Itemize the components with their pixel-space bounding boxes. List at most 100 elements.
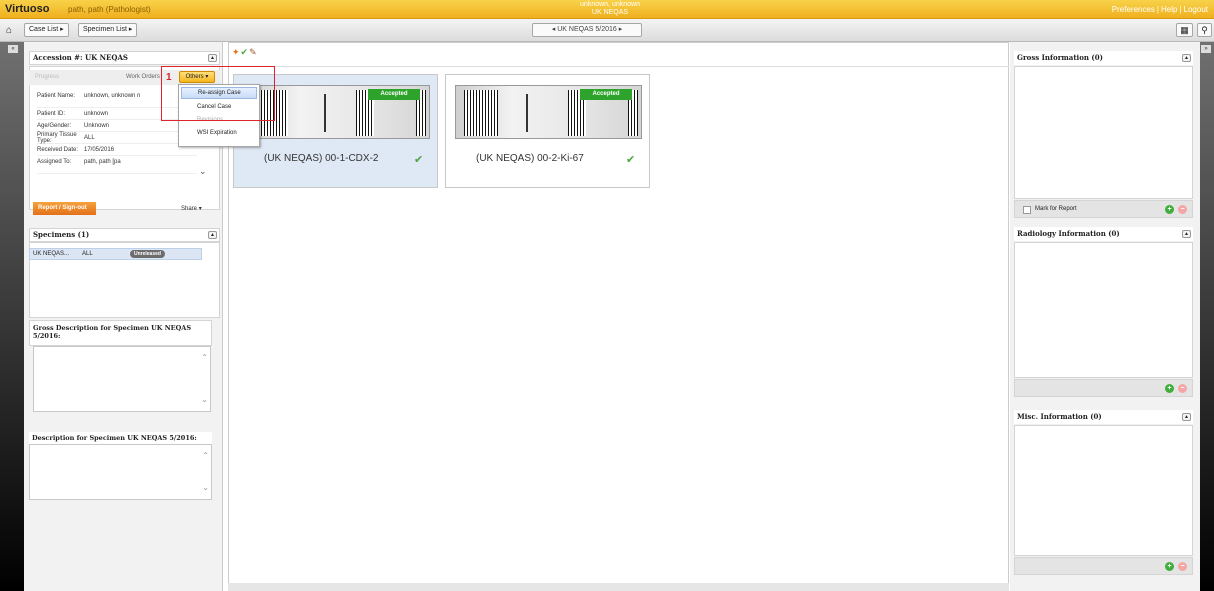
info-row: Age/Gender: Unknown bbox=[37, 120, 197, 132]
preferences-link[interactable]: Preferences bbox=[1112, 5, 1155, 14]
current-user: path, path (Pathologist) bbox=[68, 5, 151, 14]
patient-name: unknown, unknown bbox=[580, 1, 640, 8]
info-value: path, path [pa bbox=[84, 159, 121, 165]
specimen-list-label: Specimen List bbox=[83, 26, 127, 33]
navigation-bar: ⌂ Case List ▸ Specimen List ▸ ◂ UK NEQAS… bbox=[0, 19, 1214, 42]
remove-icon[interactable]: − bbox=[1178, 562, 1187, 571]
search-icon[interactable]: ⚲ bbox=[1197, 23, 1212, 37]
patient-case: UK NEQAS bbox=[591, 9, 629, 16]
slide-toolbar: ✦✔✎ bbox=[232, 47, 258, 58]
info-row: Assigned To: path, path [pa bbox=[37, 156, 197, 174]
collapse-up-icon[interactable]: ▲ bbox=[1182, 54, 1191, 62]
toolbar-divider bbox=[228, 66, 1009, 67]
annotation-number: 1 bbox=[166, 72, 172, 83]
info-label: Patient ID: bbox=[37, 110, 66, 117]
collapse-up-icon[interactable]: ▲ bbox=[1182, 413, 1191, 421]
radiology-info-body bbox=[1014, 242, 1193, 378]
specimens-panel-header: Specimens (1) ▲ bbox=[29, 228, 220, 242]
logout-link[interactable]: Logout bbox=[1184, 5, 1208, 14]
add-icon[interactable]: + bbox=[1165, 205, 1174, 214]
check-icon: ✔ bbox=[414, 154, 424, 166]
chevron-down-icon: ▾ bbox=[198, 206, 202, 212]
info-label: Assigned To: bbox=[37, 159, 72, 165]
app-logo: Virtuoso bbox=[5, 3, 50, 15]
gross-info-title: Gross Information (0) bbox=[1017, 53, 1103, 62]
pin-icon[interactable]: ✦ bbox=[232, 47, 241, 57]
scroll-down-icon[interactable]: ⌄ bbox=[202, 483, 209, 492]
misc-info-footer: + − bbox=[1014, 557, 1193, 575]
case-list-button[interactable]: Case List ▸ bbox=[24, 23, 69, 37]
status-badge: Unreleased bbox=[130, 250, 165, 258]
remove-icon[interactable]: − bbox=[1178, 384, 1187, 393]
scroll-up-icon[interactable]: ⌃ bbox=[202, 451, 209, 460]
specimen-row[interactable]: UK NEQAS... ALL Unreleased bbox=[29, 248, 202, 260]
help-link[interactable]: Help bbox=[1161, 5, 1177, 14]
chevron-right-icon: ▸ bbox=[60, 26, 64, 33]
share-button[interactable]: Share ▾ bbox=[181, 205, 202, 212]
case-selector-label: UK NEQAS 5/2016 bbox=[557, 26, 617, 33]
slide-divider bbox=[324, 94, 326, 132]
misc-info-header: Misc. Information (0) ▲ bbox=[1014, 410, 1193, 424]
collapse-left-icon[interactable]: « bbox=[8, 45, 18, 53]
gross-description-title: Gross Description for Specimen UK NEQAS … bbox=[29, 320, 212, 346]
menu-item-wsi-expiration[interactable]: WSI Expiration bbox=[179, 127, 259, 140]
top-header: Virtuoso path, path (Pathologist) unknow… bbox=[0, 0, 1214, 19]
collapse-up-icon[interactable]: ▲ bbox=[208, 231, 217, 239]
patient-banner: unknown, unknown UK NEQAS bbox=[540, 1, 680, 17]
remove-icon[interactable]: − bbox=[1178, 205, 1187, 214]
work-orders-tab[interactable]: Work Orders bbox=[126, 74, 160, 80]
left-edge-bar bbox=[0, 42, 24, 591]
check-icon: ✔ bbox=[626, 154, 636, 166]
specimen-name: UK NEQAS... bbox=[33, 251, 70, 257]
slide-label: (UK NEQAS) 00-2-Ki-67 bbox=[476, 153, 584, 164]
description-title: Description for Specimen UK NEQAS 5/2016… bbox=[29, 432, 212, 444]
collapse-up-icon[interactable]: ▲ bbox=[1182, 230, 1191, 238]
home-icon[interactable]: ⌂ bbox=[6, 25, 18, 36]
info-label: Received Date: bbox=[37, 146, 79, 153]
annotation-highlight bbox=[161, 66, 275, 121]
chevron-right-icon[interactable]: ▸ bbox=[619, 26, 623, 33]
gross-info-header: Gross Information (0) ▲ bbox=[1014, 51, 1193, 65]
accepted-badge: Accepted bbox=[580, 89, 632, 100]
scroll-up-icon[interactable]: ⌃ bbox=[201, 353, 208, 362]
accession-panel-header: Accession #: UK NEQAS ▲ bbox=[29, 51, 220, 65]
barcode-icon bbox=[464, 90, 498, 136]
info-label: Primary Tissue Type: bbox=[37, 131, 77, 144]
case-selector[interactable]: ◂ UK NEQAS 5/2016 ▸ bbox=[532, 23, 642, 37]
gross-info-footer: Mark for Report + − bbox=[1014, 200, 1193, 218]
gross-description-textarea[interactable]: ⌃ ⌄ bbox=[33, 346, 211, 412]
slide-label: (UK NEQAS) 00-1-CDX-2 bbox=[264, 153, 379, 164]
info-label: Patient Name: bbox=[37, 93, 76, 99]
progress-tab[interactable]: Progress bbox=[35, 74, 59, 80]
accession-title: Accession #: UK NEQAS bbox=[33, 53, 128, 62]
mark-for-report-checkbox[interactable] bbox=[1023, 206, 1031, 214]
info-value: ALL bbox=[84, 134, 95, 141]
misc-info-body bbox=[1014, 425, 1193, 556]
horizontal-scrollbar[interactable] bbox=[228, 583, 1009, 591]
slide-thumbnail[interactable]: Accepted (UK NEQAS) 00-2-Ki-67 ✔ bbox=[445, 74, 650, 188]
tools-icon[interactable]: ✎ bbox=[249, 47, 258, 57]
info-label: Age/Gender: bbox=[37, 122, 72, 129]
add-icon[interactable]: + bbox=[1165, 562, 1174, 571]
report-signout-button[interactable]: Report / Sign-out bbox=[33, 202, 96, 215]
specimens-title: Specimens (1) bbox=[33, 230, 90, 239]
info-value: Unknown bbox=[84, 122, 110, 129]
collapse-up-icon[interactable]: ▲ bbox=[208, 54, 217, 62]
specimen-list-button[interactable]: Specimen List ▸ bbox=[78, 23, 138, 37]
radiology-info-title: Radiology Information (0) bbox=[1017, 229, 1120, 238]
info-value: 17/05/2016 bbox=[84, 146, 115, 153]
grid-view-icon[interactable]: ▦ bbox=[1176, 23, 1193, 37]
header-links: Preferences | Help | Logout bbox=[1112, 5, 1208, 14]
scroll-down-icon[interactable]: ⌄ bbox=[201, 395, 208, 404]
scroll-down-icon[interactable]: ⌄ bbox=[199, 166, 207, 177]
mark-for-report-label: Mark for Report bbox=[1035, 206, 1077, 212]
specimen-tissue: ALL bbox=[82, 251, 93, 257]
info-row: Primary Tissue Type: ALL bbox=[37, 132, 197, 144]
chevron-left-icon[interactable]: ◂ bbox=[552, 26, 556, 33]
check-icon[interactable]: ✔ bbox=[241, 47, 250, 57]
collapse-right-icon[interactable]: » bbox=[1201, 45, 1211, 53]
link-separator: | bbox=[1179, 5, 1182, 14]
description-textarea[interactable]: ⌃ ⌄ bbox=[29, 444, 212, 500]
add-icon[interactable]: + bbox=[1165, 384, 1174, 393]
slide-divider bbox=[526, 94, 528, 132]
